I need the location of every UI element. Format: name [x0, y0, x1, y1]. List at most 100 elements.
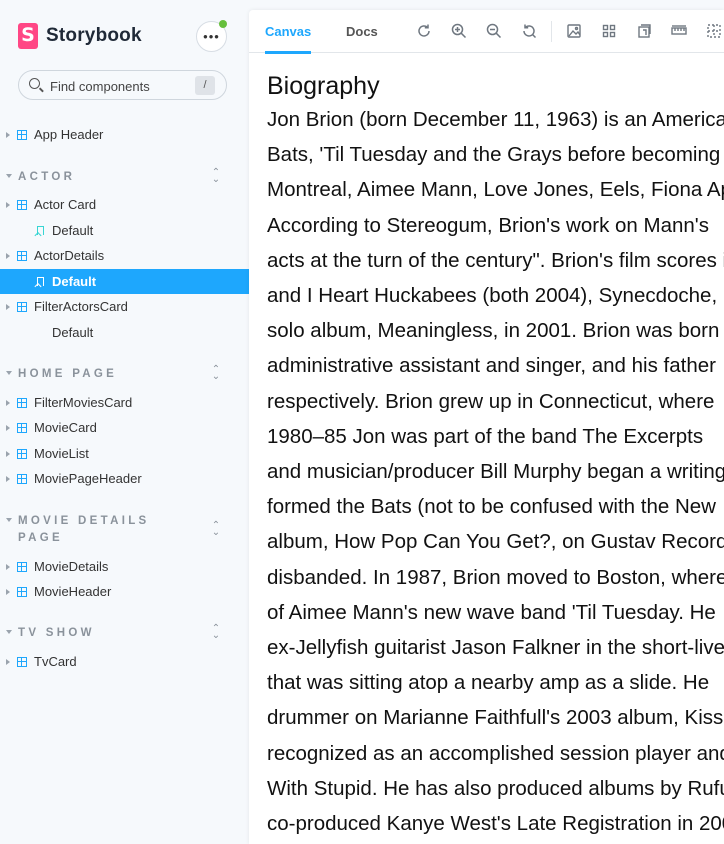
collapse-arrow-icon: [6, 630, 12, 634]
biography-line: Bats, 'Til Tuesday and the Grays before …: [267, 143, 724, 167]
expand-all-icon[interactable]: ⌃ ⌄: [211, 624, 221, 641]
search-shortcut-key: /: [195, 76, 215, 95]
sidebar-item-label: MovieHeader: [34, 584, 112, 599]
sidebar-item-label: FilterActorsCard: [34, 299, 128, 314]
search-input[interactable]: [50, 77, 200, 95]
sidebar-story-filter-actors-card-default[interactable]: Default: [0, 320, 249, 345]
component-icon: [17, 586, 27, 597]
biography-text: Jon Brion (born December 11, 1963) is an…: [267, 102, 724, 841]
group-title: ACTOR: [18, 171, 76, 183]
more-icon: •••: [203, 29, 220, 44]
viewport-icon[interactable]: [635, 22, 653, 40]
component-icon: [17, 250, 27, 261]
expand-all-icon[interactable]: ⌃ ⌄: [211, 365, 221, 382]
sidebar-item-filter-movies-card[interactable]: FilterMoviesCard: [0, 390, 249, 415]
storybook-logo-icon: S: [18, 23, 38, 49]
component-icon: [17, 422, 27, 433]
sidebar-item-label: MovieDetails: [34, 559, 109, 574]
sidebar-item-movie-card[interactable]: MovieCard: [0, 415, 249, 440]
story-canvas: Biography Jon Brion (born December 11, 1…: [267, 70, 724, 844]
zoom-out-icon[interactable]: [485, 22, 503, 40]
brand-name: Storybook: [46, 25, 142, 46]
biography-line: recognized as an accomplished session pl…: [267, 741, 724, 765]
sidebar-item-filter-actors-card[interactable]: FilterActorsCard: [0, 294, 249, 319]
biography-line: co-produced Kanye West's Late Registrati…: [267, 812, 724, 836]
biography-line: drummer on Marianne Faithfull's 2003 alb…: [267, 706, 724, 730]
expand-arrow-icon: [6, 563, 10, 570]
biography-line: With Stupid. He has also produced albums…: [267, 776, 724, 800]
sidebar-item-label: ActorDetails: [34, 248, 105, 263]
biography-line: disbanded. In 1987, Brion moved to Bosto…: [267, 565, 724, 589]
sidebar-story-actor-details-default[interactable]: Default: [0, 269, 249, 294]
reload-icon[interactable]: [415, 22, 433, 40]
component-icon: [17, 199, 27, 210]
sidebar-item-movie-details[interactable]: MovieDetails: [0, 554, 249, 579]
expand-arrow-icon: [6, 201, 10, 208]
sidebar-item-label: App Header: [34, 127, 104, 142]
biography-line: 1980–85 Jon was part of the band The Exc…: [267, 424, 704, 448]
sidebar-item-movie-header[interactable]: MovieHeader: [0, 579, 249, 604]
logo-letter: S: [21, 24, 35, 46]
toolbar-separator: [551, 21, 552, 42]
biography-line: and I Heart Huckabees (both 2004), Synec…: [267, 284, 724, 308]
sidebar-story-actor-card-default[interactable]: Default: [0, 218, 249, 243]
group-title: HOME PAGE: [18, 368, 118, 380]
search-box[interactable]: /: [18, 70, 227, 100]
bookmark-icon: [37, 226, 44, 235]
sidebar-item-actor-details[interactable]: ActorDetails: [0, 243, 249, 268]
sidebar: S Storybook ••• / App Header ACTOR ⌃⌄ Ac…: [0, 0, 249, 844]
component-icon: [17, 397, 27, 408]
sidebar-item-movie-page-header[interactable]: MoviePageHeader: [0, 466, 249, 491]
expand-arrow-icon: [6, 475, 10, 482]
tab-canvas[interactable]: Canvas: [265, 10, 312, 54]
sidebar-item-tv-card[interactable]: TvCard: [0, 649, 249, 674]
collapse-arrow-icon: [6, 518, 12, 522]
sidebar-item-label: TvCard: [34, 654, 77, 669]
grid-icon[interactable]: [600, 22, 618, 40]
brand[interactable]: S Storybook: [18, 22, 142, 50]
biography-line: acts at the turn of the century". Brion'…: [267, 248, 724, 272]
toolbar: Canvas Docs: [249, 10, 724, 54]
collapse-arrow-icon: [6, 371, 12, 375]
group-title: TV SHOW: [18, 627, 95, 639]
biography-line: and musician/producer Bill Murphy began …: [267, 460, 724, 484]
biography-line: respectively. Brion grew up in Connectic…: [267, 389, 715, 413]
notification-dot: [219, 20, 227, 28]
expand-arrow-icon: [6, 131, 10, 138]
sidebar-item-label: Actor Card: [34, 197, 97, 212]
sidebar-item-app-header[interactable]: App Header: [0, 122, 249, 147]
biography-line: Jon Brion (born December 11, 1963) is an…: [267, 108, 724, 131]
search-icon: [29, 78, 40, 89]
expand-arrow-icon: [6, 588, 10, 595]
tab-docs[interactable]: Docs: [346, 10, 378, 53]
component-icon: [17, 656, 27, 667]
biography-line: ex-Jellyfish guitarist Jason Falkner in …: [267, 636, 724, 660]
component-icon: [17, 561, 27, 572]
collapse-all-icon[interactable]: ⌃ ⌄: [211, 168, 221, 185]
expand-all-icon[interactable]: ⌃ ⌄: [211, 521, 221, 538]
sidebar-item-label: MoviePageHeader: [34, 471, 142, 486]
zoom-in-icon[interactable]: [450, 22, 468, 40]
biography-line: of Aimee Mann's new wave band 'Til Tuesd…: [267, 600, 716, 624]
expand-arrow-icon: [6, 399, 10, 406]
biography-line: solo album, Meaningless, in 2001. Brion …: [267, 319, 720, 343]
sidebar-item-actor-card[interactable]: Actor Card: [0, 192, 249, 217]
background-icon[interactable]: [565, 22, 583, 40]
expand-arrow-icon: [6, 252, 10, 259]
zoom-reset-icon[interactable]: [520, 22, 538, 40]
component-icon: [17, 448, 27, 459]
outline-icon[interactable]: [705, 22, 723, 40]
biography-heading: Biography: [267, 72, 380, 100]
sidebar-item-label: MovieCard: [34, 420, 97, 435]
collapse-arrow-icon: [6, 174, 12, 178]
biography-line: formed the Bats (not to be confused with…: [267, 495, 716, 519]
sidebar-item-label: MovieList: [34, 446, 89, 461]
measure-icon[interactable]: [670, 22, 688, 40]
biography-line: According to Stereogum, Brion's work on …: [267, 213, 709, 237]
bookmark-icon: [37, 277, 44, 286]
biography-line: Montreal, Aimee Mann, Love Jones, Eels, …: [267, 178, 724, 202]
expand-arrow-icon: [6, 303, 10, 310]
biography-line: administrative assistant and singer, and…: [267, 354, 716, 378]
sidebar-item-movie-list[interactable]: MovieList: [0, 441, 249, 466]
sidebar-item-label: FilterMoviesCard: [34, 395, 133, 410]
